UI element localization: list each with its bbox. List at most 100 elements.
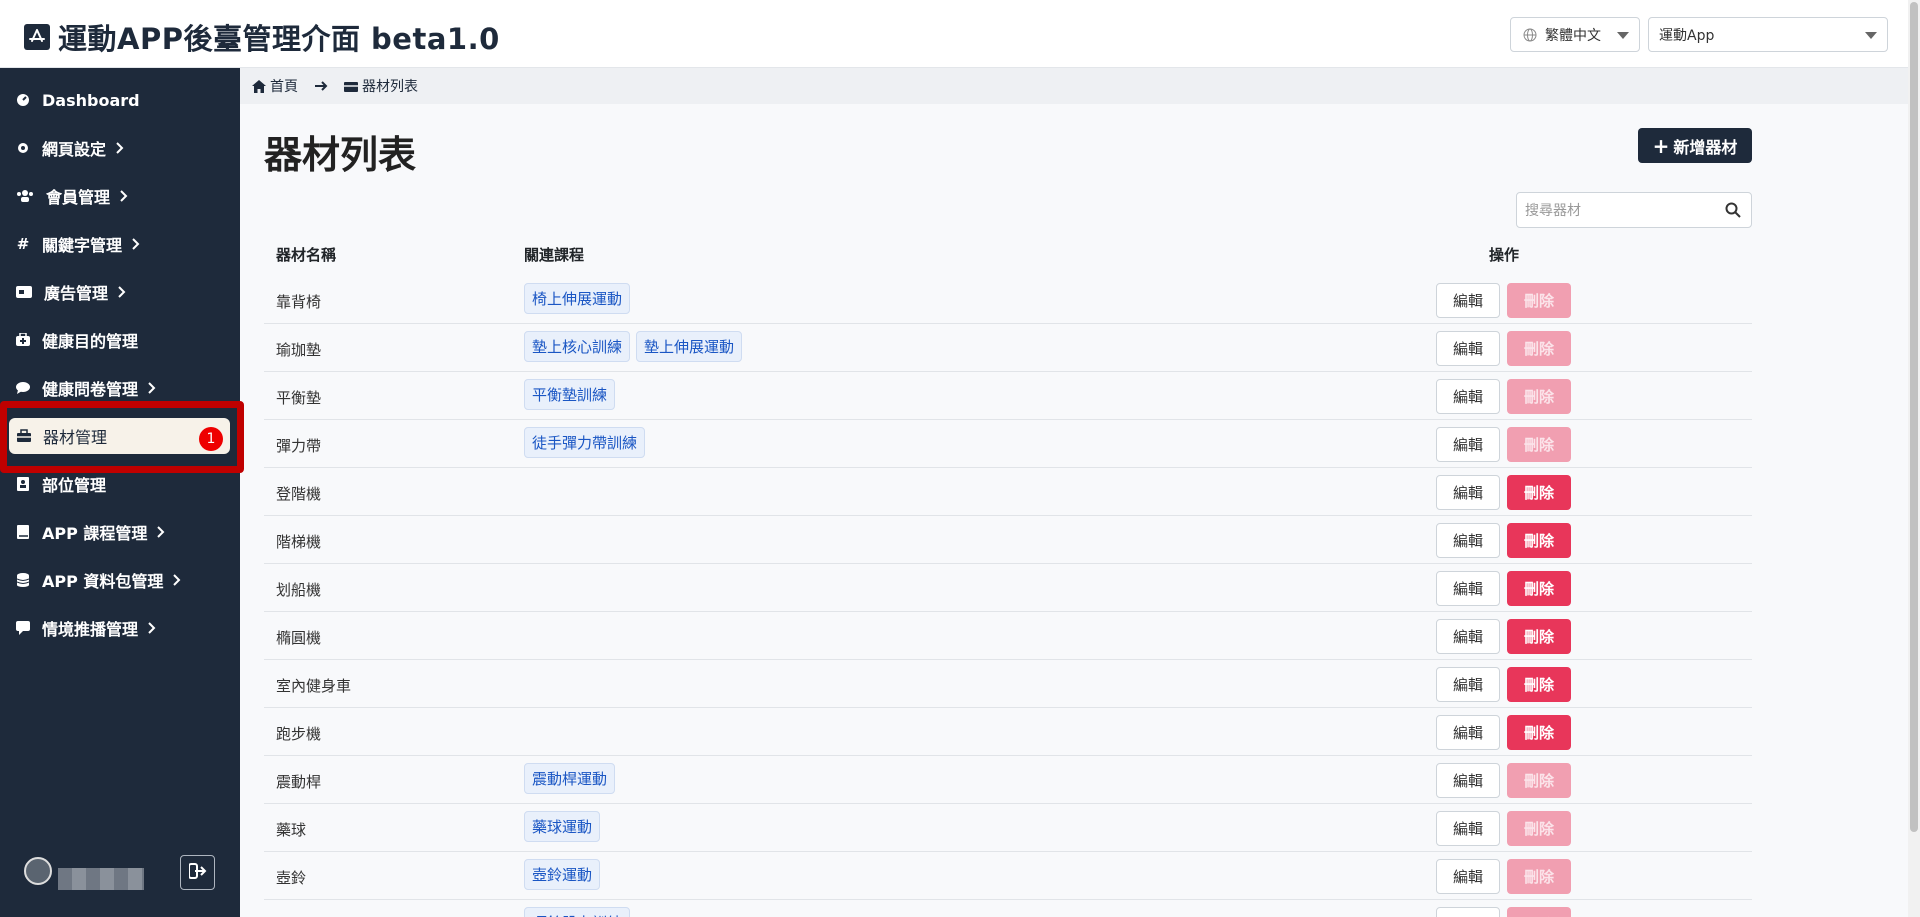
sidebar-item-members[interactable]: 會員管理	[0, 176, 240, 216]
chevron-right-icon	[148, 622, 156, 634]
logout-button[interactable]	[180, 855, 215, 890]
column-header-name: 器材名稱	[276, 246, 337, 264]
column-header-operation: 操作	[1489, 246, 1520, 264]
table-row: 登階機 編輯 刪除	[264, 468, 1752, 516]
edit-button[interactable]: 編輯	[1436, 715, 1500, 750]
app-select[interactable]: 運動App	[1648, 17, 1888, 52]
delete-button: 刪除	[1507, 427, 1571, 462]
equipment-name: 震動桿	[276, 773, 322, 791]
comment-icon	[16, 381, 30, 395]
chevron-right-icon	[157, 526, 165, 538]
sidebar-item-app-data-packs[interactable]: APP 資料包管理	[0, 560, 240, 600]
language-select[interactable]: 繁體中文	[1510, 17, 1640, 52]
medkit-icon	[16, 333, 30, 347]
edit-button[interactable]: 編輯	[1436, 859, 1500, 894]
delete-button[interactable]: 刪除	[1507, 619, 1571, 654]
breadcrumb-home[interactable]: 首頁	[270, 76, 298, 96]
logout-icon	[187, 862, 207, 883]
equipment-name: 登階機	[276, 485, 322, 503]
app-title: 運動APP後臺管理介面 beta1.0	[58, 22, 500, 56]
edit-button[interactable]: 編輯	[1436, 475, 1500, 510]
edit-button[interactable]: 編輯	[1436, 379, 1500, 414]
sidebar-item-label: APP 課程管理	[42, 524, 148, 543]
table-row: 跑步機 編輯 刪除	[264, 708, 1752, 756]
equipment-name: 瑜珈墊	[276, 341, 322, 359]
edit-button[interactable]: 編輯	[1436, 907, 1500, 917]
edit-button[interactable]: 編輯	[1436, 283, 1500, 318]
chevron-right-icon	[120, 190, 128, 202]
delete-button: 刪除	[1507, 907, 1571, 917]
table-row: 橢圓機 編輯 刪除	[264, 612, 1752, 660]
edit-button[interactable]: 編輯	[1436, 331, 1500, 366]
course-tags: 平衡墊訓練	[524, 379, 616, 410]
avatar[interactable]	[24, 857, 52, 885]
edit-button[interactable]: 編輯	[1436, 811, 1500, 846]
table-row: 震動桿 震動桿運動 編輯 刪除	[264, 756, 1752, 804]
search-field[interactable]	[1516, 192, 1752, 228]
add-equipment-button[interactable]: + 新增器材	[1638, 128, 1752, 163]
sidebar-item-web-settings[interactable]: 網頁設定	[0, 128, 240, 168]
delete-button[interactable]: 刪除	[1507, 571, 1571, 606]
brand[interactable]: 運動APP後臺管理介面 beta1.0	[24, 16, 500, 58]
scrollbar-thumb[interactable]	[1910, 2, 1918, 832]
sidebar-item-push-scenarios[interactable]: 情境推播管理	[0, 608, 240, 648]
add-equipment-label: 新增器材	[1673, 137, 1738, 157]
sidebar-item-label: 會員管理	[46, 188, 111, 207]
username-redacted	[58, 868, 144, 890]
edit-button[interactable]: 編輯	[1436, 523, 1500, 558]
course-tag[interactable]: 徒手彈力帶訓練	[524, 427, 646, 458]
sidebar-item-equipment[interactable]: 器材管理 1	[9, 418, 230, 454]
toolbox-icon	[344, 80, 358, 92]
edit-button[interactable]: 編輯	[1436, 667, 1500, 702]
hashtag-icon: #	[16, 235, 30, 253]
sidebar-item-app-courses[interactable]: APP 課程管理	[0, 512, 240, 552]
chevron-down-icon	[1865, 32, 1877, 39]
toolbox-icon	[17, 429, 31, 443]
delete-button: 刪除	[1507, 283, 1571, 318]
delete-button[interactable]: 刪除	[1507, 475, 1571, 510]
sidebar-item-label: 器材管理	[43, 428, 108, 447]
equipment-name: 階梯機	[276, 533, 322, 551]
sidebar-item-dashboard[interactable]: Dashboard	[0, 80, 240, 120]
equipment-name: 橢圓機	[276, 629, 322, 647]
user-panel	[0, 845, 240, 905]
table-row: 啞鈴肌力訓練 編輯刪除	[264, 900, 1752, 917]
message-icon	[16, 621, 30, 635]
plus-icon: +	[1652, 133, 1670, 158]
delete-button[interactable]: 刪除	[1507, 715, 1571, 750]
sidebar-item-health-goals[interactable]: 健康目的管理	[0, 320, 240, 360]
course-tag[interactable]: 壺鈴運動	[524, 859, 601, 890]
course-tags: 啞鈴肌力訓練	[524, 907, 631, 917]
top-header: 運動APP後臺管理介面 beta1.0 繁體中文 運動App	[0, 0, 1908, 68]
delete-button: 刪除	[1507, 859, 1571, 894]
book-icon	[16, 525, 30, 539]
course-tag[interactable]: 椅上伸展運動	[524, 283, 631, 314]
delete-button[interactable]: 刪除	[1507, 523, 1571, 558]
arrow-right-icon	[314, 80, 328, 92]
edit-button[interactable]: 編輯	[1436, 619, 1500, 654]
edit-button[interactable]: 編輯	[1436, 763, 1500, 798]
course-tags: 藥球運動	[524, 811, 601, 842]
equipment-name: 室內健身車	[276, 677, 352, 695]
search-input[interactable]	[1525, 201, 1715, 221]
page-scrollbar[interactable]	[1908, 0, 1920, 917]
course-tag[interactable]: 藥球運動	[524, 811, 601, 842]
delete-button: 刪除	[1507, 811, 1571, 846]
course-tag[interactable]: 啞鈴肌力訓練	[524, 907, 631, 917]
course-tag[interactable]: 平衡墊訓練	[524, 379, 616, 410]
search-icon[interactable]	[1725, 202, 1741, 222]
equipment-name: 藥球	[276, 821, 307, 839]
sidebar-item-label: Dashboard	[42, 90, 140, 110]
course-tag[interactable]: 震動桿運動	[524, 763, 616, 794]
sidebar-item-label: 情境推播管理	[42, 620, 139, 639]
delete-button[interactable]: 刪除	[1507, 667, 1571, 702]
equipment-name: 壺鈴	[276, 869, 307, 887]
sidebar-item-ads[interactable]: 廣告管理	[0, 272, 240, 312]
sidebar-item-label: 健康目的管理	[42, 332, 139, 351]
edit-button[interactable]: 編輯	[1436, 427, 1500, 462]
course-tag[interactable]: 墊上核心訓練	[524, 331, 631, 362]
course-tag[interactable]: 墊上伸展運動	[636, 331, 743, 362]
course-tags: 徒手彈力帶訓練	[524, 427, 646, 458]
edit-button[interactable]: 編輯	[1436, 571, 1500, 606]
sidebar-item-keywords[interactable]: # 關鍵字管理	[0, 224, 240, 264]
